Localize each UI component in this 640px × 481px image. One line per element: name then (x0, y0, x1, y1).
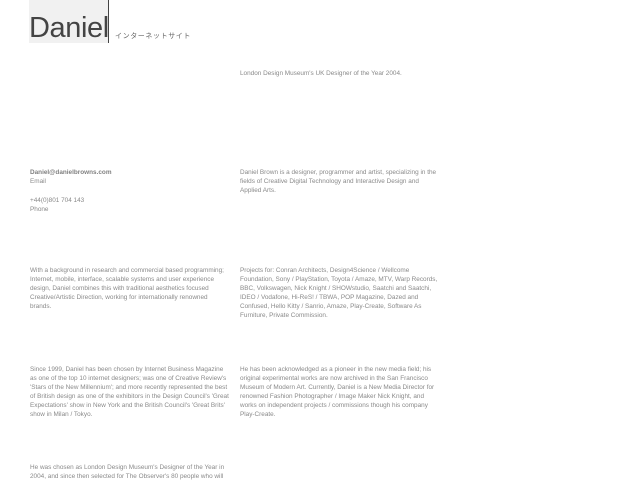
background-paragraph: With a background in research and commer… (30, 267, 224, 310)
logo-subtitle: インターネットサイト (115, 33, 191, 40)
phone-number: +44(0)801 704 143 (30, 197, 85, 204)
award-line: London Design Museum's UK Designer of th… (240, 70, 402, 77)
intro-paragraph: Daniel Brown is a designer, programmer a… (240, 169, 437, 194)
email-link[interactable]: Daniel@danielbrowns.com (30, 169, 112, 176)
recognition-paragraph: Since 1999, Daniel has been chosen by In… (30, 366, 229, 418)
designer-of-year-paragraph: He was chosen as London Design Museum's … (30, 464, 225, 480)
pioneer-paragraph: He has been acknowledged as a pioneer in… (240, 366, 435, 418)
projects-paragraph: Projects for: Conran Architects, Design4… (240, 267, 438, 319)
phone-label: Phone (30, 206, 49, 213)
contact-block: Daniel@danielbrowns.com Email +44(0)801 … (30, 168, 230, 214)
email-label: Email (30, 178, 46, 185)
site-logo[interactable]: Daniel (29, 13, 109, 43)
